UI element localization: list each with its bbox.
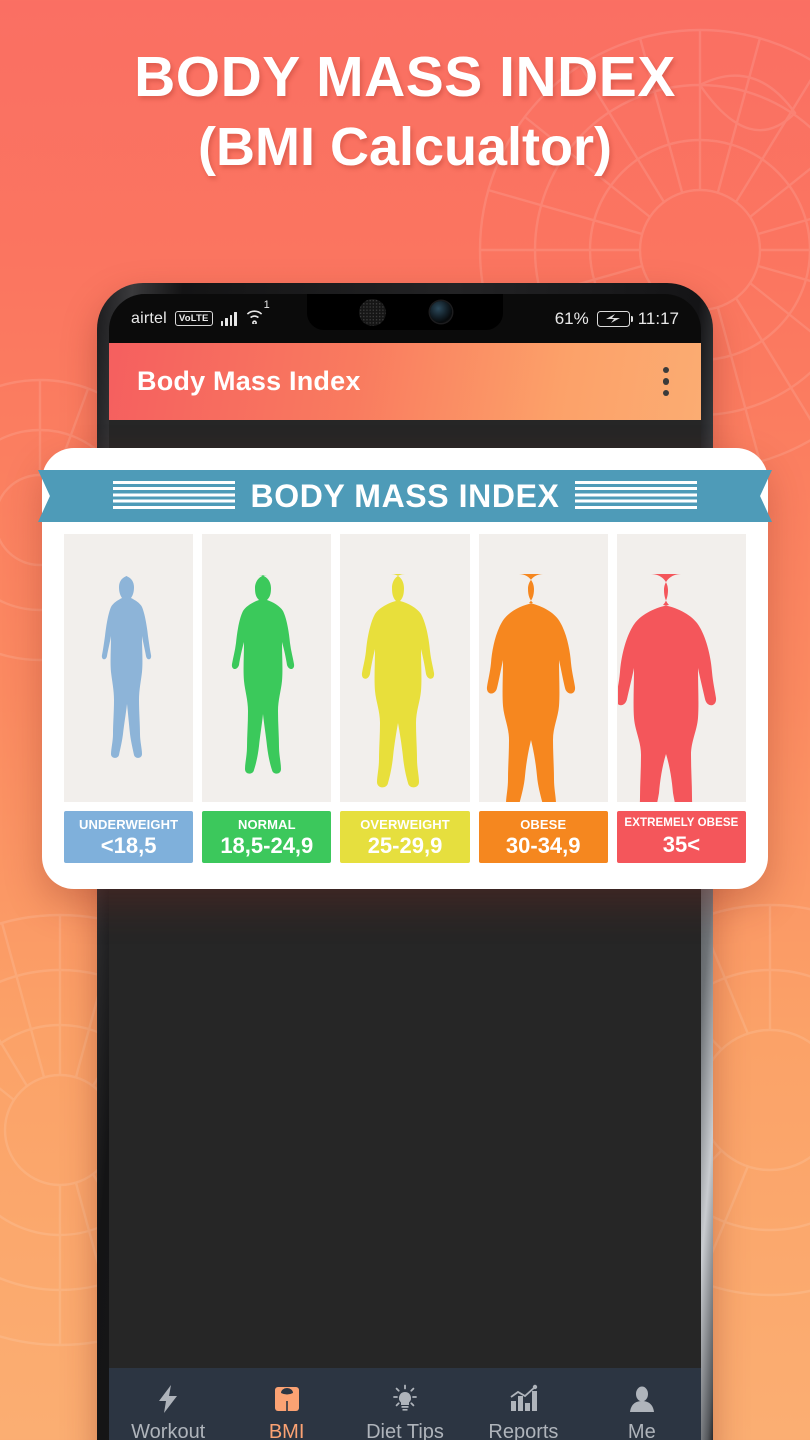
category-badge: OVERWEIGHT 25-29,9 [340, 811, 470, 863]
category-name: NORMAL [237, 816, 296, 832]
body-silhouette-normal [231, 575, 294, 774]
nav-item-bmi[interactable]: BMI [227, 1383, 345, 1440]
bar-chart-icon [508, 1383, 538, 1415]
front-camera-icon [429, 301, 452, 323]
ribbon-stripes-left [112, 481, 235, 511]
status-bar-right: 61% 11:17 [555, 309, 679, 329]
clock-label: 11:17 [637, 308, 679, 328]
nav-item-me[interactable]: Me [583, 1383, 701, 1440]
scale-icon [273, 1383, 301, 1415]
silhouette-box [64, 534, 194, 802]
status-bar-left: airtel VoLTE 1 [131, 299, 270, 329]
lightning-bolt-icon [155, 1383, 181, 1415]
nav-label: Reports [488, 1420, 559, 1440]
body-silhouette-underweight [101, 576, 151, 758]
app-bar: Body Mass Index [109, 343, 701, 420]
bmi-category-obese: OBESE 30-34,9 [478, 534, 608, 863]
battery-percent-label: 61% [554, 308, 589, 328]
nav-item-diet-tips[interactable]: Diet Tips [346, 1383, 464, 1440]
nav-label: Diet Tips [366, 1420, 444, 1440]
bmi-chart-title: BODY MASS INDEX [250, 477, 560, 514]
carrier-name: airtel [131, 309, 167, 327]
silhouette-box [478, 534, 608, 802]
nav-label: BMI [268, 1420, 305, 1440]
category-range: 35< [662, 831, 701, 857]
category-range: <18,5 [100, 832, 157, 858]
category-name: OVERWEIGHT [360, 816, 450, 832]
wifi-icon: 1 [245, 299, 270, 329]
lightbulb-icon [390, 1383, 420, 1415]
category-name: OBESE [520, 816, 567, 832]
category-badge: EXTREMELY OBESE 35< [616, 811, 747, 863]
nav-item-workout[interactable]: Workout [109, 1383, 227, 1440]
silhouette-box [616, 534, 747, 802]
bmi-category-normal: NORMAL 18,5-24,9 [202, 534, 332, 863]
nav-label: Me [627, 1420, 656, 1440]
body-silhouette-extremely-obese [618, 574, 717, 802]
bmi-category-underweight: UNDERWEIGHT <18,5 [64, 534, 194, 863]
category-range: 30-34,9 [505, 832, 581, 858]
bmi-category-grid: UNDERWEIGHT <18,5 NORMAL 18,5-24,9 OVERW… [42, 522, 768, 863]
wifi-sim-indicator: 1 [263, 299, 270, 311]
nav-item-reports[interactable]: Reports [464, 1383, 582, 1440]
overflow-menu-icon[interactable] [657, 361, 676, 403]
body-silhouette-overweight [361, 574, 435, 788]
battery-charging-icon [596, 310, 634, 327]
volte-badge: VoLTE [174, 311, 213, 326]
person-icon [628, 1383, 656, 1415]
bottom-navigation: Workout BMI Diet Tips Reports Me [109, 1368, 701, 1440]
status-bar: airtel VoLTE 1 61% 11:17 [109, 294, 701, 343]
display-notch [290, 294, 503, 330]
ribbon-stripes-right [575, 481, 698, 511]
promo-title-line2: (BMI Calcualtor) [197, 116, 613, 177]
category-range: 25-29,9 [367, 832, 443, 858]
category-badge: OBESE 30-34,9 [478, 811, 608, 863]
bmi-category-overweight: OVERWEIGHT 25-29,9 [340, 534, 470, 863]
signal-strength-icon [220, 311, 237, 326]
promo-title-line1: BODY MASS INDEX [134, 45, 676, 109]
category-badge: NORMAL 18,5-24,9 [202, 811, 332, 863]
category-range: 18,5-24,9 [220, 832, 314, 858]
silhouette-box [340, 534, 470, 802]
nav-label: Workout [131, 1420, 206, 1440]
earpiece-speaker-icon [358, 298, 386, 326]
category-name: UNDERWEIGHT [79, 816, 179, 832]
category-name: EXTREMELY OBESE [624, 817, 739, 830]
page-title: Body Mass Index [137, 366, 361, 396]
silhouette-box [202, 534, 332, 802]
bmi-chart-ribbon: BODY MASS INDEX [64, 470, 746, 522]
bmi-category-extremely-obese: EXTREMELY OBESE 35< [616, 534, 747, 863]
category-badge: UNDERWEIGHT <18,5 [64, 811, 194, 863]
promo-headline: BODY MASS INDEX (BMI Calcualtor) [0, 45, 810, 186]
bmi-chart-card: BODY MASS INDEX UNDERWEIGHT <18,5 NORMAL [42, 448, 768, 889]
body-silhouette-obese [487, 574, 576, 802]
